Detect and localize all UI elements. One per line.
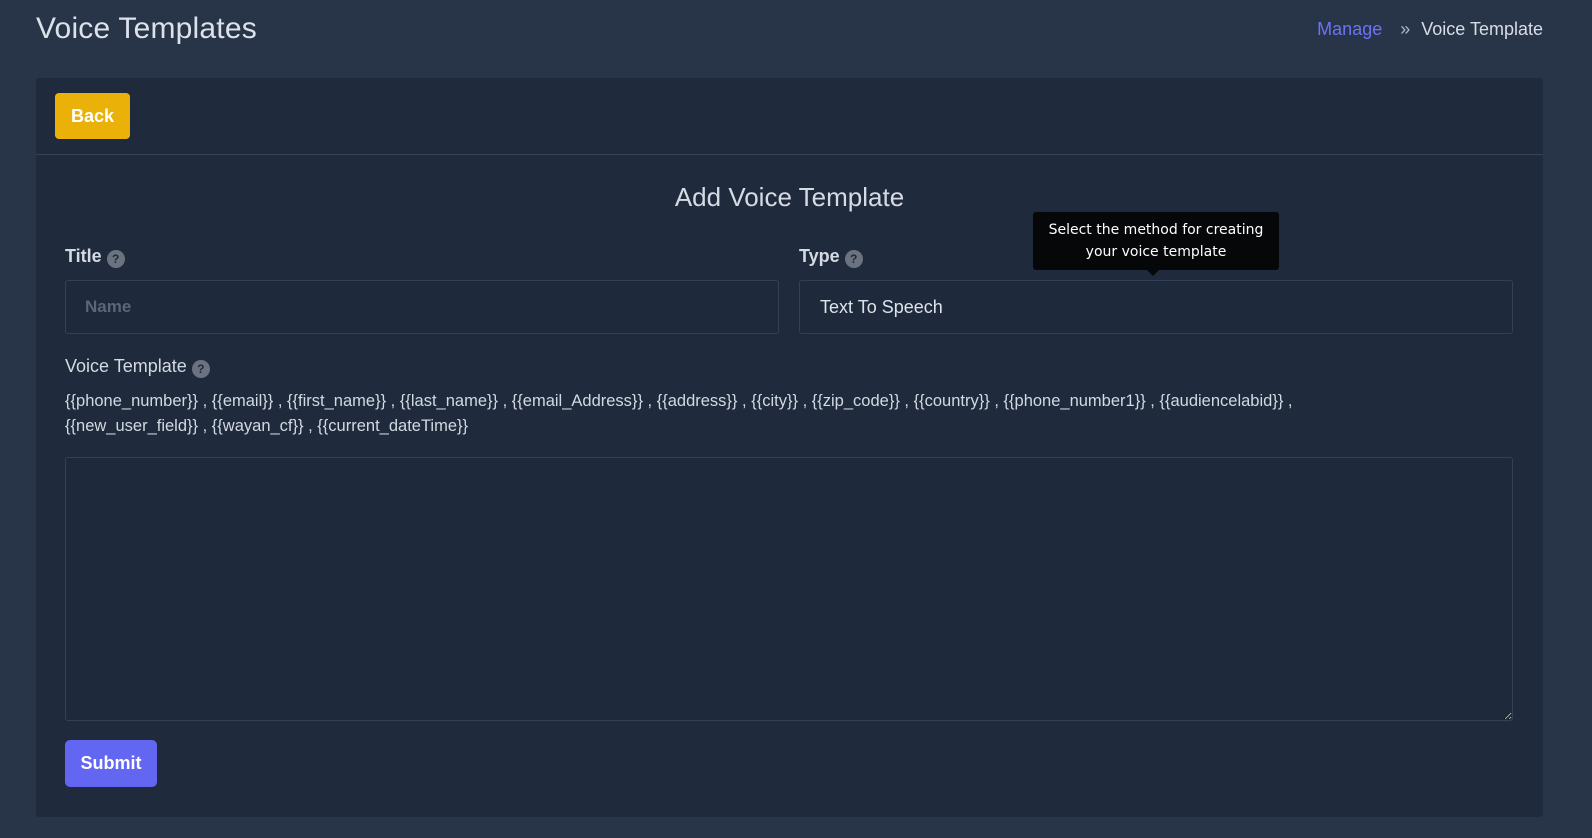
voice-template-textarea[interactable] [65, 457, 1513, 721]
submit-button[interactable]: Submit [65, 740, 157, 787]
type-select[interactable]: Text To Speech [799, 280, 1513, 334]
help-icon[interactable]: ? [844, 250, 863, 268]
breadcrumb-link-manage[interactable]: Manage [1317, 19, 1382, 40]
breadcrumb: Manage » Voice Template [1317, 19, 1543, 40]
type-help-tooltip: Select the method for creating your voic… [1033, 212, 1279, 276]
type-label-text: Type [799, 245, 840, 266]
help-icon[interactable]: ? [191, 360, 210, 378]
page-header: Voice Templates Manage » Voice Template [36, 0, 1543, 62]
type-label: Type ? [799, 244, 863, 268]
title-input[interactable] [65, 280, 779, 334]
template-variables: {{phone_number}} , {{email}} , {{first_n… [65, 392, 1293, 435]
tooltip-text: Select the method for creating your voic… [1048, 222, 1264, 260]
voice-template-card: Back Add Voice Template Title ? Type ? T… [36, 78, 1543, 817]
title-label-text: Title [65, 245, 102, 266]
voice-template-label-text: Voice Template [65, 355, 187, 376]
tooltip-arrow [1147, 270, 1159, 276]
voice-template-label: Voice Template ? [65, 354, 210, 378]
page-title: Voice Templates [36, 12, 257, 45]
double-chevron-right-icon: » [1400, 19, 1410, 39]
breadcrumb-current: Voice Template [1421, 19, 1543, 39]
type-select-value: Text To Speech [820, 296, 943, 317]
form-title: Add Voice Template [674, 182, 905, 212]
back-button[interactable]: Back [55, 93, 130, 139]
help-icon[interactable]: ? [106, 250, 125, 268]
card-header: Back [36, 78, 1543, 155]
title-label: Title ? [65, 244, 125, 268]
